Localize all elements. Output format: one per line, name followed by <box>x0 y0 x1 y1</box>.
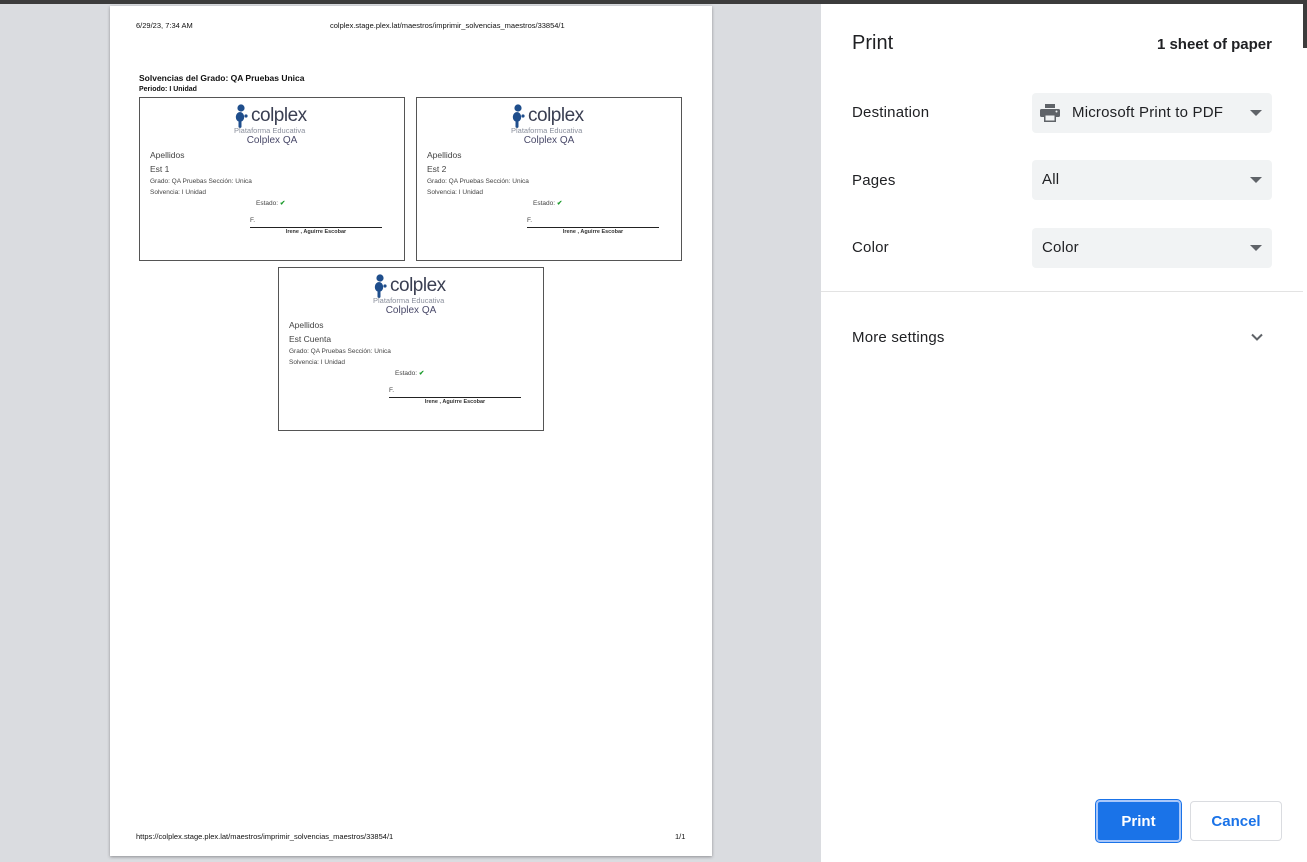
page-footer-url: https://colplex.stage.plex.lat/maestros/… <box>136 832 394 841</box>
logo-wordmark: colplex <box>251 105 307 126</box>
colplex-logo-icon <box>512 104 525 128</box>
destination-select[interactable]: Microsoft Print to PDF <box>1032 93 1272 133</box>
page-header-url: colplex.stage.plex.lat/maestros/imprimir… <box>330 21 565 30</box>
solvencia-line: Solvencia: I Unidad <box>427 189 484 196</box>
document-title: Solvencias del Grado: QA Pruebas Unica <box>139 73 305 83</box>
logo-wordmark: colplex <box>528 105 584 126</box>
destination-label: Destination <box>852 104 930 121</box>
solvency-card: colplex Plataforma Educativa Colplex QA … <box>139 97 405 261</box>
apellidos-label: Apellidos <box>150 150 185 160</box>
school-name: Colplex QA <box>523 135 575 146</box>
dropdown-arrow-icon <box>1250 245 1262 251</box>
background-window-edge-right <box>1303 4 1307 48</box>
signer-name: Irene , Aguirre Escobar <box>562 229 624 235</box>
grado-line: Grado: QA Pruebas Sección: Unica <box>150 178 252 185</box>
colplex-logo-icon <box>374 274 387 298</box>
check-icon: ✔ <box>418 370 425 377</box>
estado-label: Estado: <box>533 200 556 207</box>
school-name: Colplex QA <box>385 305 437 316</box>
page-header-date: 6/29/23, 7:34 AM <box>136 21 193 30</box>
pages-value: All <box>1042 171 1060 188</box>
solvency-card: colplex Plataforma Educativa Colplex QA … <box>416 97 682 261</box>
check-icon: ✔ <box>556 200 563 207</box>
student-name: Est Cuenta <box>289 334 332 344</box>
settings-divider <box>821 291 1303 292</box>
signature-line <box>389 397 521 398</box>
print-preview-area[interactable]: 6/29/23, 7:34 AM colplex.stage.plex.lat/… <box>0 4 821 862</box>
page-footer-number: 1/1 <box>675 832 686 841</box>
colplex-logo: colplex Plataforma Educativa <box>140 104 404 136</box>
signature-prefix: F. <box>527 217 533 224</box>
apellidos-label: Apellidos <box>427 150 462 160</box>
printer-icon <box>1040 104 1060 122</box>
school-name: Colplex QA <box>246 135 298 146</box>
chevron-down-icon[interactable] <box>1249 329 1265 345</box>
estado-label: Estado: <box>256 200 279 207</box>
signature-line <box>250 227 382 228</box>
solvencia-line: Solvencia: I Unidad <box>289 359 346 366</box>
logo-wordmark: colplex <box>390 275 446 296</box>
dropdown-arrow-icon <box>1250 177 1262 183</box>
colplex-logo-icon <box>235 104 248 128</box>
dropdown-arrow-icon <box>1250 110 1262 116</box>
logo-tagline: Plataforma Educativa <box>511 126 583 135</box>
estado-line: Estado: ✔ <box>256 199 285 207</box>
pages-select[interactable]: All <box>1032 160 1272 200</box>
destination-value: Microsoft Print to PDF <box>1072 104 1224 121</box>
colplex-logo: colplex Plataforma Educativa <box>417 104 681 136</box>
color-label: Color <box>852 239 889 256</box>
signature-prefix: F. <box>389 387 395 394</box>
estado-label: Estado: <box>395 370 418 377</box>
student-name: Est 1 <box>150 164 170 174</box>
logo-tagline: Plataforma Educativa <box>234 126 306 135</box>
estado-line: Estado: ✔ <box>533 199 562 207</box>
print-button[interactable]: Print <box>1096 800 1181 842</box>
color-select[interactable]: Color <box>1032 228 1272 268</box>
colplex-logo: colplex Plataforma Educativa <box>279 274 543 306</box>
signature-line <box>527 227 659 228</box>
solvency-card: colplex Plataforma Educativa Colplex QA … <box>278 267 544 431</box>
grado-line: Grado: QA Pruebas Sección: Unica <box>289 348 391 355</box>
print-settings-panel: Print 1 sheet of paper Destination Micro… <box>821 4 1303 862</box>
print-dialog-title: Print <box>852 32 894 54</box>
grado-line: Grado: QA Pruebas Sección: Unica <box>427 178 529 185</box>
preview-page: 6/29/23, 7:34 AM colplex.stage.plex.lat/… <box>110 6 712 856</box>
sheet-count: 1 sheet of paper <box>1156 36 1272 53</box>
logo-tagline: Plataforma Educativa <box>373 296 445 305</box>
color-value: Color <box>1042 239 1079 256</box>
signer-name: Irene , Aguirre Escobar <box>285 229 347 235</box>
apellidos-label: Apellidos <box>289 320 324 330</box>
document-period: Periodo: I Unidad <box>139 86 197 93</box>
signer-name: Irene , Aguirre Escobar <box>424 399 486 405</box>
check-icon: ✔ <box>279 200 286 207</box>
more-settings-toggle[interactable]: More settings <box>852 329 945 346</box>
estado-line: Estado: ✔ <box>395 369 424 377</box>
cancel-button[interactable]: Cancel <box>1190 801 1282 841</box>
pages-label: Pages <box>852 172 896 189</box>
signature-prefix: F. <box>250 217 256 224</box>
solvencia-line: Solvencia: I Unidad <box>150 189 207 196</box>
student-name: Est 2 <box>427 164 447 174</box>
